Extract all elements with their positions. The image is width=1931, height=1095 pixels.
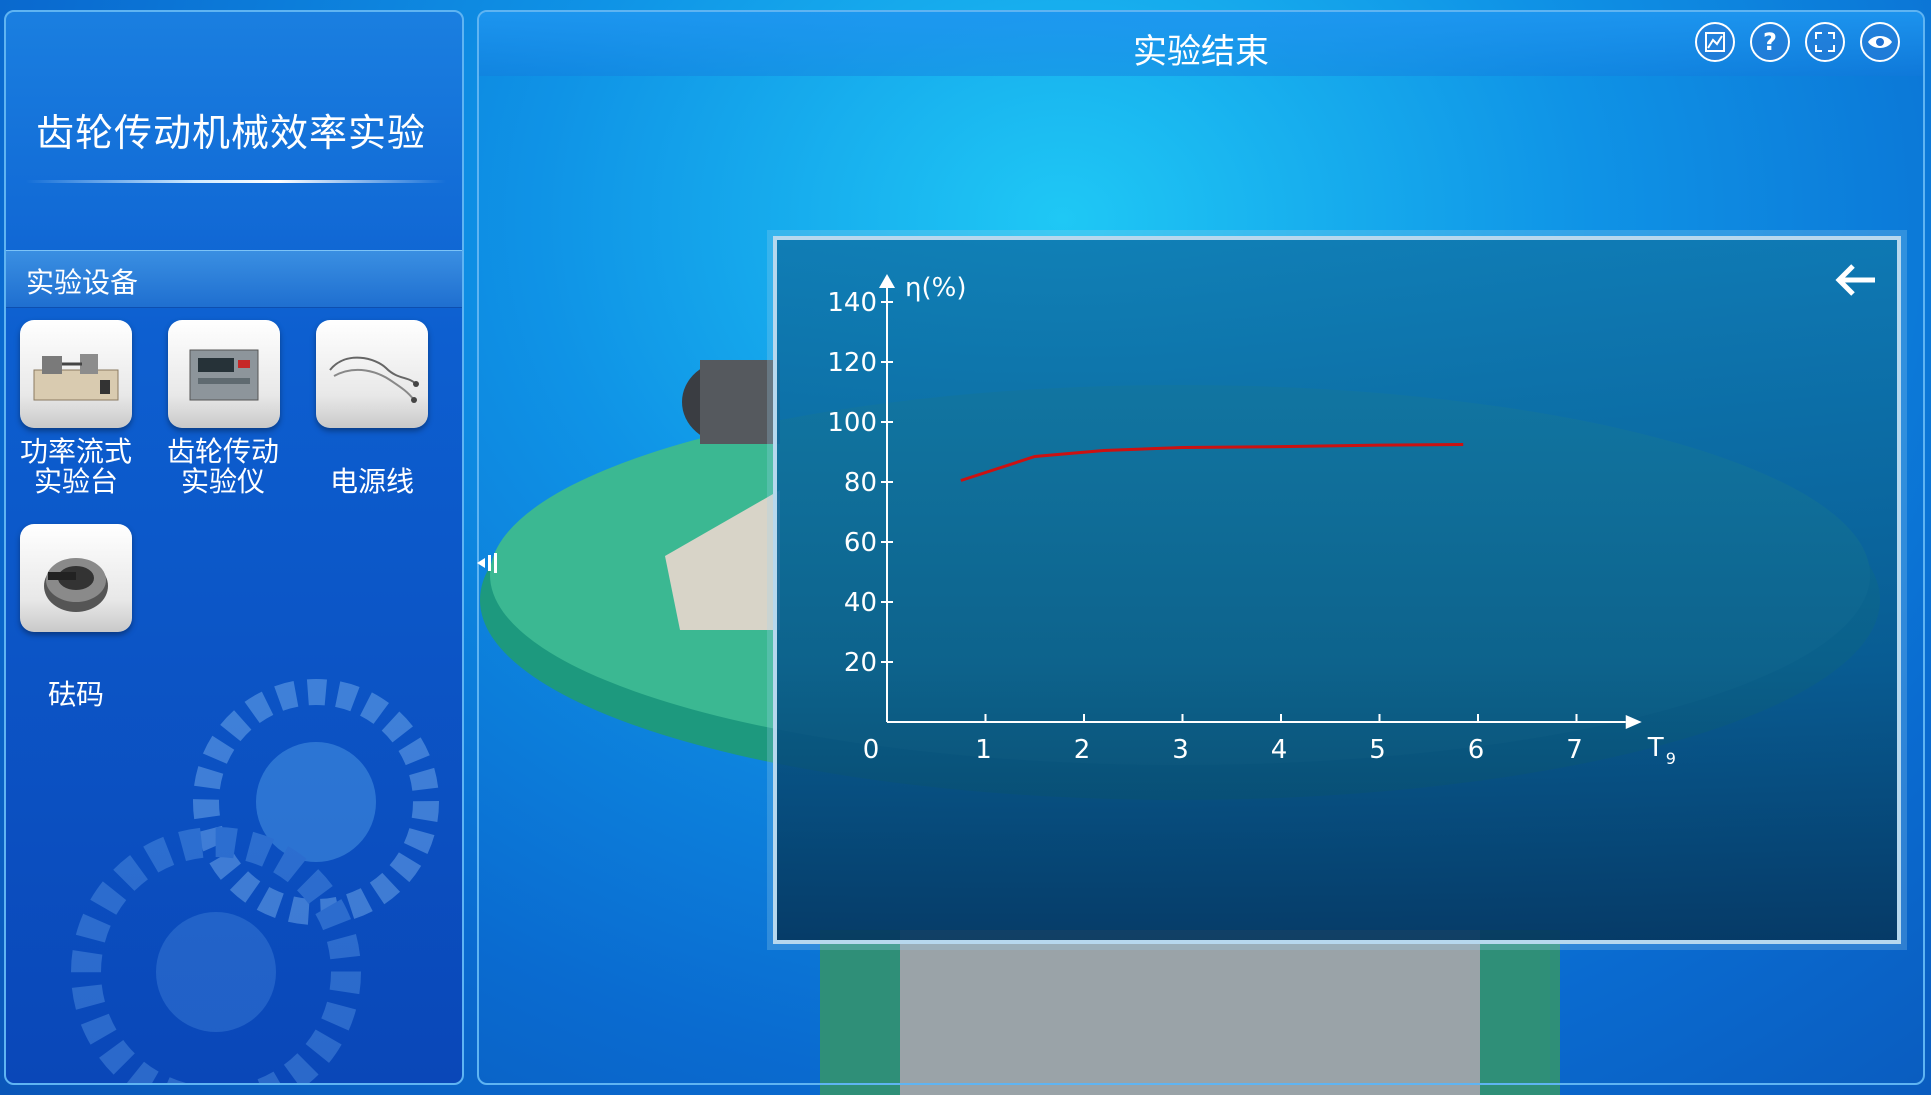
y-tick-label: 120	[827, 348, 877, 378]
equipment-item-weight[interactable]	[20, 524, 132, 632]
x-axis-label-subscript: 9	[1666, 749, 1676, 768]
series-line-0	[960, 443, 1464, 482]
equipment-section-header: 实验设备	[6, 250, 462, 308]
collapse-handle[interactable]	[475, 548, 501, 578]
x-tick-label: 2	[1074, 735, 1091, 765]
equipment-item-power-cable[interactable]	[316, 320, 428, 428]
power-cable-icon	[329, 356, 419, 403]
x-axis-arrow	[1625, 715, 1642, 729]
question-icon: ?	[1763, 28, 1777, 56]
app-title: 齿轮传动机械效率实验	[36, 111, 427, 155]
y-axis-arrow	[879, 274, 895, 288]
y-tick-label: 80	[844, 468, 877, 498]
title-area: 齿轮传动机械效率实验	[6, 12, 462, 192]
y-tick-label: 40	[844, 588, 877, 618]
equipment-label-power-cable: 电源线	[329, 465, 414, 498]
y-axis-label: η(%)	[905, 273, 966, 303]
x-tick-label: 4	[1271, 735, 1288, 765]
equipment-section-title: 实验设备	[26, 266, 139, 299]
report-button[interactable]	[1695, 22, 1735, 62]
y-tick-label: 60	[844, 528, 877, 558]
title-divider	[26, 180, 446, 183]
instrument-icon	[189, 349, 259, 401]
x-axis-label: T	[1647, 733, 1664, 763]
fullscreen-button[interactable]	[1805, 22, 1845, 62]
equipment-label-instrument: 齿轮传动 实验仪	[166, 435, 279, 498]
efficiency-chart: η(%) T 9 20 40 60 80 100 120 140 0 1 2 3 4 5 6 7	[827, 273, 1676, 768]
view-button[interactable]	[1860, 22, 1900, 62]
eye-icon	[1868, 36, 1892, 48]
y-tick-label: 20	[844, 648, 877, 678]
x-tick-label: 6	[1468, 735, 1485, 765]
expand-icon	[1815, 32, 1835, 52]
scene-background: 齿轮传动机械效率实验 实验设备 功率流式 实验台 齿轮传动 实验仪 电源线 砝码…	[0, 0, 1931, 1095]
equipment-item-instrument[interactable]	[168, 320, 280, 428]
gear-decoration	[71, 679, 439, 1083]
x-tick-label: 5	[1369, 735, 1386, 765]
x-tick-label: 0	[863, 735, 880, 765]
x-tick-label: 3	[1172, 735, 1189, 765]
result-chart-panel: η(%) T 9 20 40 60 80 100 120 140 0 1 2 3 4 5 6 7	[773, 236, 1901, 944]
x-tick-label: 7	[1566, 735, 1583, 765]
left-panel: 齿轮传动机械效率实验 实验设备 功率流式 实验台 齿轮传动 实验仪 电源线 砝码	[4, 10, 464, 1085]
equipment-item-test-bench[interactable]	[20, 320, 132, 428]
chart-icon	[1705, 32, 1725, 52]
test-bench-icon	[33, 354, 119, 401]
x-tick-label: 1	[975, 735, 992, 765]
equipment-label-test-bench: 功率流式 实验台	[19, 435, 132, 498]
weight-icon	[44, 558, 108, 612]
y-tick-label: 100	[827, 408, 877, 438]
y-tick-label: 140	[827, 288, 877, 318]
help-button[interactable]: ?	[1750, 22, 1790, 62]
collapse-icon	[477, 553, 497, 573]
